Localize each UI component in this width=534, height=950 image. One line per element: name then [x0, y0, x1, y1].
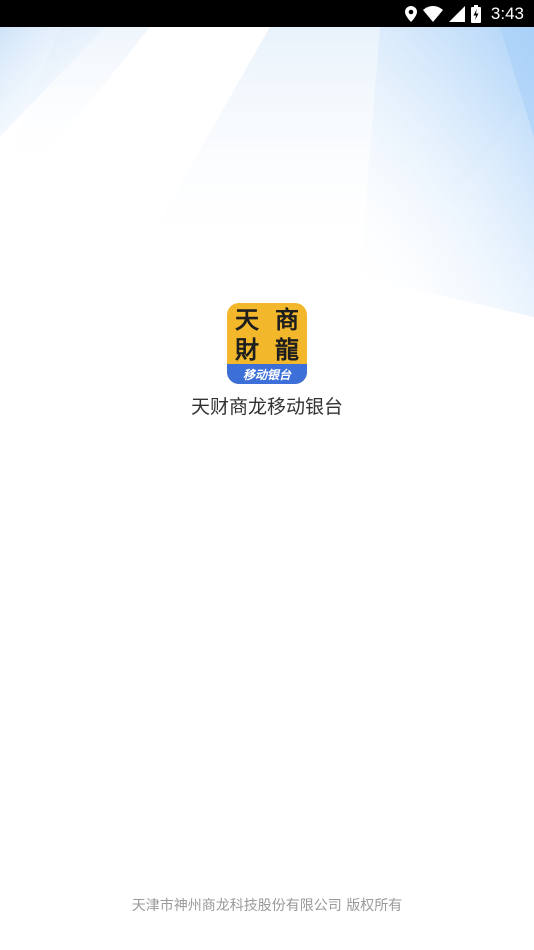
logo-glyph: 龍 [275, 335, 299, 364]
background-light-beams [0, 27, 534, 317]
battery-charging-icon [470, 0, 481, 27]
logo-glyphs: 天 商 財 龍 [227, 305, 307, 365]
signal-icon [448, 0, 465, 27]
status-bar: 3:43 [0, 0, 534, 27]
app-name: 天财商龙移动银台 [190, 396, 343, 418]
copyright-text: 天津市神州商龙科技股份有限公司 版权所有 [131, 898, 403, 914]
logo-band-text: 移动银台 [227, 364, 307, 384]
wifi-icon [422, 0, 443, 27]
logo-glyph: 商 [275, 305, 299, 334]
app-logo: 天 商 財 龍 移动银台 [227, 303, 307, 384]
location-icon [404, 0, 417, 27]
status-time: 3:43 [490, 3, 524, 23]
logo-glyph: 天 [235, 305, 259, 334]
splash-background [0, 27, 534, 950]
logo-glyph: 財 [235, 335, 259, 364]
